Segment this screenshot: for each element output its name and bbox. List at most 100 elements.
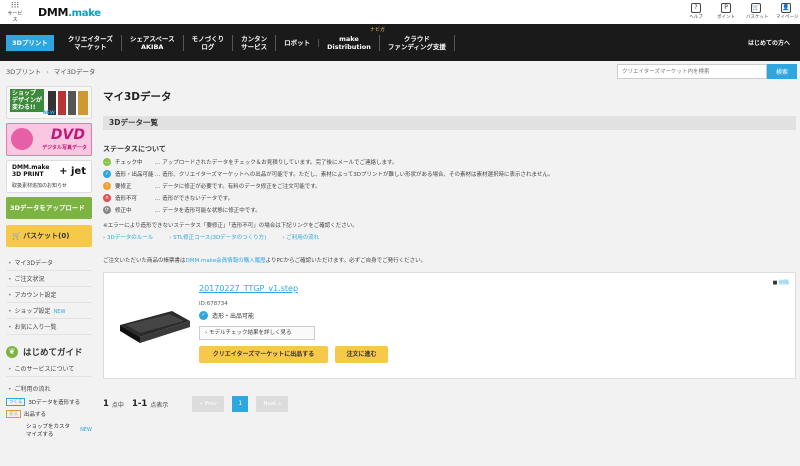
sidebar: ショップ デザインが 変わる!! NEW DVD デジタル写真データ DMM.m… <box>6 86 92 440</box>
dvd-banner[interactable]: DVD デジタル写真データ <box>6 123 92 156</box>
help-button[interactable]: ? ヘルプ <box>686 3 706 20</box>
search-button[interactable]: 検索 <box>767 64 797 79</box>
nav-monozukuri-log[interactable]: モノづくり ログ <box>184 34 234 51</box>
cart-icon: 🛒 <box>751 3 761 13</box>
dmm-make-logo[interactable]: DMM.make <box>38 6 101 19</box>
nav-creators-market[interactable]: クリエイターズ マーケット <box>60 34 122 51</box>
nav-kantan-service[interactable]: カンタン サービス <box>233 34 277 51</box>
sidebar-item-account[interactable]: アカウント設定 <box>6 287 92 303</box>
status-row-unprintable: × 造形不可 … 造形ができないデータです。 <box>103 193 796 202</box>
sub-bar: 3Dプリント › マイ3Dデータ 検索 <box>0 62 800 80</box>
breadcrumb: 3Dプリント › マイ3Dデータ <box>6 66 95 76</box>
delete-link[interactable]: 削除 <box>773 279 789 286</box>
sidebar-item-about[interactable]: このサービスについて <box>6 361 92 377</box>
flow-item-sell[interactable]: 売る 出品する <box>6 408 92 420</box>
purchase-history-link[interactable]: DMM.make会員情報の購入履歴 <box>186 258 266 264</box>
cart-icon: 🛒 <box>12 232 24 240</box>
status-desc: … 造形、クリエイターズマーケットへの出品が可能です。ただし、素材によって3Dプ… <box>155 171 554 178</box>
basket-label: バスケット(0) <box>23 232 70 240</box>
points-button[interactable]: P ポイント <box>716 3 736 20</box>
total-count: 1 <box>103 399 109 409</box>
nav-3d-print[interactable]: 3Dプリント <box>6 34 54 51</box>
cross-icon: × <box>103 193 111 202</box>
sidebar-item-my-3d-data[interactable]: マイ3Dデータ <box>6 255 92 271</box>
model-thumbnail[interactable] <box>114 303 194 347</box>
logo-main: DMM <box>38 5 69 19</box>
shop-design-banner[interactable]: ショップ デザインが 変わる!! NEW <box>6 86 92 119</box>
search-input[interactable] <box>617 64 767 79</box>
main-nav: 3Dプリント クリエイターズ マーケット シェアスペース AKIBA モノづくり… <box>0 24 800 61</box>
status-name: 造形不可 <box>115 195 138 202</box>
nav-share-space[interactable]: シェアスペース AKIBA <box>122 34 184 51</box>
range-count: 1-1 <box>131 399 148 409</box>
beginners-link[interactable]: はじめての方へ <box>748 38 790 47</box>
banner2-sub: デジタル写真データ <box>42 145 87 151</box>
check-icon: ✓ <box>103 169 111 178</box>
banner3-sub: 取扱素材追加のお知らせ <box>12 183 67 189</box>
top-header: ⁝⁝⁝ サービス DMM.make ? ヘルプ P ポイント 🛒 バスケット 👤… <box>0 0 800 24</box>
status-name: 造形・出品可能 <box>115 171 154 178</box>
flow-item-customize[interactable]: ショップをカスタマイズする NEW <box>6 420 92 440</box>
next-page-button[interactable]: Next » <box>256 396 289 412</box>
model-check-detail-button[interactable]: モデルチェック結果を詳しく見る <box>199 326 315 340</box>
flow-sell-label: 出品する <box>24 412 47 418</box>
points-icon: P <box>721 3 731 13</box>
sidebar-links: マイ3Dデータ ご注文状況 アカウント設定 ショップ設定NEW お気に入り一覧 <box>6 255 92 335</box>
mypage-button[interactable]: 👤 マイページ <box>776 3 798 20</box>
range-suffix: 点表示 <box>150 401 169 409</box>
help-icon: ? <box>691 3 701 13</box>
banner1-new-badge: NEW <box>43 111 55 116</box>
service-menu-button[interactable]: ⁝⁝⁝ サービス <box>6 1 24 23</box>
status-row-fixing: ⟳ 修正中 … データを造形可能な状態に修正中です。 <box>103 205 796 214</box>
warning-icon: ! <box>103 181 111 190</box>
check-icon: ✓ <box>199 311 208 320</box>
status-row-checking: … チェック中 … アップロードされたデータをチェック＆お見積りしています。完了… <box>103 157 796 166</box>
prev-page-button[interactable]: « Prev <box>192 396 225 412</box>
banner2-text: DVD <box>50 127 85 143</box>
sidebar-item-favorites[interactable]: お気に入り一覧 <box>6 319 92 335</box>
link-data-rules[interactable]: 3Dデータのルール <box>103 233 153 241</box>
sidebar-item-orders[interactable]: ご注文状況 <box>6 271 92 287</box>
points-label: ポイント <box>717 15 735 20</box>
flow-create-label: 3Dデータを造形する <box>28 400 81 406</box>
data-card: 削除 20170227_TTGP_v1.step ID:678734 ✓ 造形・… <box>103 272 796 379</box>
header-icons: ? ヘルプ P ポイント 🛒 バスケット 👤 マイページ <box>686 3 798 20</box>
pagination: 1 点中 1-1 点表示 « Prev 1 Next » <box>103 396 796 412</box>
nav-robot[interactable]: ロボット <box>276 38 320 47</box>
sidebar-item-flow[interactable]: ご利用の流れ <box>6 381 92 396</box>
status-desc: … データに修正が必要です。有料のデータ修正をご注文可能です。 <box>155 183 321 190</box>
status-name: 要修正 <box>115 183 132 190</box>
search-form: 検索 <box>617 64 797 79</box>
nav-crowdfunding[interactable]: クラウド ファンディング支援 <box>380 34 455 51</box>
status-row-needs-fix: ! 要修正 … データに修正が必要です。有料のデータ修正をご注文可能です。 <box>103 181 796 190</box>
logo-sub: .make <box>68 7 101 19</box>
file-name-link[interactable]: 20170227_TTGP_v1.step <box>199 284 298 293</box>
notice-post: よりPCからご確認いただけます。必ずご自身でご発行ください。 <box>265 258 427 264</box>
upload-3d-data-button[interactable]: 3Dデータをアップロード <box>6 197 92 219</box>
3d-print-jet-banner[interactable]: DMM.make 3D PRINT + jet 取扱素材追加のお知らせ <box>6 160 92 193</box>
sidebar-item-shop-settings[interactable]: ショップ設定NEW <box>6 303 92 319</box>
basket-header-button[interactable]: 🛒 バスケット <box>746 3 769 20</box>
proceed-order-button[interactable]: 注文に進む <box>335 346 388 363</box>
tag-create: つくる <box>6 398 26 406</box>
link-usage-flow[interactable]: ご利用の流れ <box>282 233 319 241</box>
new-badge: NEW <box>80 427 92 433</box>
nav-make-distribution[interactable]: make Distribution <box>319 34 380 51</box>
beginners-guide[interactable]: ❦ はじめてガイド <box>6 343 92 361</box>
status-desc: … アップロードされたデータをチェック＆お見積りしています。完了後にメールでご連… <box>155 159 398 166</box>
banner3-title: DMM.make 3D PRINT <box>12 164 50 178</box>
list-on-market-button[interactable]: クリエイターズマーケットに出品する <box>199 346 328 363</box>
breadcrumb-3d-print[interactable]: 3Dプリント <box>6 68 41 76</box>
basket-label: バスケット <box>746 15 769 20</box>
service-menu-label: サービス <box>7 10 23 23</box>
help-label: ヘルプ <box>689 15 703 20</box>
status-heading: ステータスについて <box>103 145 166 153</box>
flow-item-create[interactable]: つくる 3Dデータを造形する <box>6 396 92 408</box>
page-1-button[interactable]: 1 <box>232 396 249 412</box>
user-icon: 👤 <box>781 3 791 13</box>
status-desc: … データを造形可能な状態に修正中です。 <box>155 207 261 214</box>
basket-button[interactable]: 🛒 バスケット(0) <box>6 225 92 247</box>
section-header: 3Dデータ一覧 <box>103 116 796 130</box>
link-stl-fix[interactable]: STL修正コース(3Dデータのつくり方) <box>169 233 266 241</box>
tag-sell: 売る <box>6 410 21 418</box>
